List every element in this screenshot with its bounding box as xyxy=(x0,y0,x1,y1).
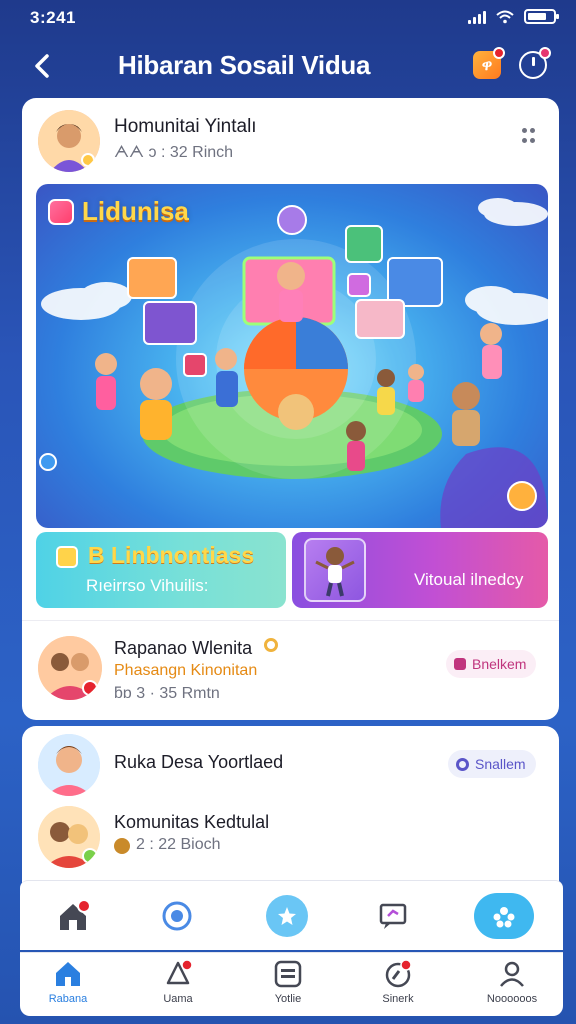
action-bar xyxy=(20,880,563,950)
status-icons xyxy=(468,9,559,24)
dancer-illustration xyxy=(315,547,355,597)
row-2-name[interactable]: Ruka Desa Yoortlaed xyxy=(114,752,283,773)
profile-icon xyxy=(500,961,524,987)
post-meta: ᗅᗅ ɔ : 32 Rinch xyxy=(114,144,234,161)
hero-illustration xyxy=(39,198,548,528)
community-card: Ruka Desa Yoortlaed Snallem Komunitas Ke… xyxy=(22,726,559,896)
row-avatar[interactable] xyxy=(38,806,100,868)
notification-badge xyxy=(493,47,505,59)
timer-icon[interactable] xyxy=(519,47,551,79)
nav-item-video[interactable]: Yotlie xyxy=(248,959,328,1013)
post-card: Homunitai Yintalı ᗅᗅ ɔ : 32 Rinch Liduni… xyxy=(22,98,559,720)
signal-icon xyxy=(468,10,486,24)
tile-right-thumbnail xyxy=(304,538,366,602)
row-1-name[interactable]: Rapanao Wlenita xyxy=(114,638,252,659)
avatar-illustration xyxy=(38,734,100,796)
star-icon xyxy=(278,907,296,925)
row-1-chip[interactable]: Bnelkem xyxy=(446,650,537,678)
refresh-icon xyxy=(162,901,192,931)
avatar-illustration xyxy=(38,636,102,700)
status-time: 3:241 xyxy=(30,8,76,27)
page-title: Hibaran Sosail Vidua xyxy=(118,50,371,80)
app-icon: ዋ xyxy=(481,56,493,74)
nav-label: Rabana xyxy=(48,993,88,1005)
wifi-icon xyxy=(496,10,514,23)
notification-badge xyxy=(539,47,551,59)
status-bar: 3:241 xyxy=(0,0,576,36)
tile-right-text: Vitoual ilnedcy xyxy=(414,570,524,589)
row-avatar[interactable] xyxy=(38,636,102,700)
row-3-meta: 2 : 22 Bioch xyxy=(136,836,221,853)
tile-left-title: B Linbnontiass xyxy=(88,542,255,568)
post-author[interactable]: Homunitai Yintalı xyxy=(114,116,257,138)
author-avatar[interactable] xyxy=(38,110,100,172)
row-1-chip-label: Bnelkem xyxy=(472,656,527,672)
row-1-meta: ƃɒ 3 · 35 Rmtn xyxy=(114,685,220,702)
community-action[interactable] xyxy=(474,893,534,939)
more-icon[interactable] xyxy=(522,128,538,144)
play-icon xyxy=(56,546,78,568)
feature-tile-left[interactable]: B Linbnontiass Rıeirrso Vihuilis: xyxy=(36,532,286,608)
video-icon xyxy=(274,960,302,988)
row-2-chip-label: Snallem xyxy=(475,756,526,772)
nav-item-notifications[interactable]: Uama xyxy=(138,959,218,1013)
tile-left-subtitle: Rıeirrso Vihuilis: xyxy=(86,576,209,595)
nav-label: Noooooos xyxy=(486,993,538,1005)
home-icon xyxy=(60,900,90,930)
avatar-illustration xyxy=(38,110,100,172)
back-icon xyxy=(35,54,49,78)
message-icon xyxy=(379,903,407,929)
camera-icon xyxy=(385,959,412,988)
home-action[interactable] xyxy=(50,893,96,939)
nav-label: Sinerk xyxy=(382,993,414,1005)
refresh-action[interactable] xyxy=(154,893,200,939)
message-action[interactable] xyxy=(370,893,416,939)
feature-tile-right[interactable]: Vitoual ilnedcy xyxy=(292,532,548,608)
app-header: Hibaran Sosail Vidua ዋ xyxy=(0,40,576,92)
nav-item-search[interactable]: Sinerk xyxy=(358,959,438,1013)
create-action[interactable] xyxy=(266,895,308,937)
row-3-name[interactable]: Komunitas Kedtulal xyxy=(114,812,269,833)
bell-icon xyxy=(166,959,193,985)
people-icon xyxy=(493,907,515,928)
nav-label: Uama xyxy=(163,993,193,1005)
nav-item-home[interactable]: Rabana xyxy=(28,959,108,1013)
home-icon xyxy=(56,962,80,986)
battery-icon xyxy=(524,9,559,24)
chip-icon xyxy=(454,658,466,670)
avatar-illustration xyxy=(38,806,100,868)
chip-icon xyxy=(456,757,469,771)
nav-item-profile[interactable]: Noooooos xyxy=(472,959,552,1013)
bottom-nav: Rabana Uama Yotlie Sinerk Noooooos xyxy=(20,952,563,1016)
app-icon-button[interactable]: ዋ xyxy=(473,47,505,79)
nav-label: Yotlie xyxy=(274,993,302,1005)
row-avatar[interactable] xyxy=(38,734,100,796)
row-1-subtitle: Phasangn Kinonitan xyxy=(114,662,258,679)
clock-icon xyxy=(114,838,130,854)
row-2-chip[interactable]: Snallem xyxy=(448,750,536,778)
verified-icon xyxy=(264,638,278,652)
divider xyxy=(22,620,559,621)
hero-tag-icon xyxy=(48,198,74,225)
hero-media[interactable]: Lidunisa xyxy=(36,184,548,528)
hero-tag-text: Lidunisa xyxy=(82,196,189,226)
hero-tag: Lidunisa xyxy=(48,196,189,227)
back-button[interactable] xyxy=(26,50,58,82)
